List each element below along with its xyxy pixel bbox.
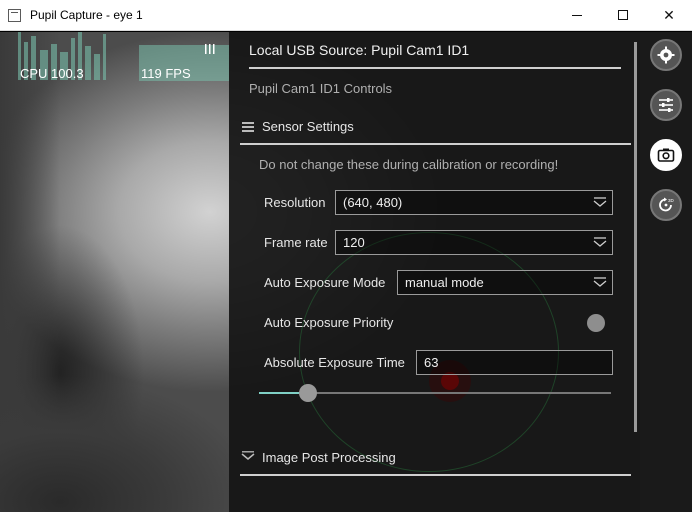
auto-exposure-mode-select[interactable]: manual mode (397, 270, 613, 295)
chevron-down-icon (593, 277, 607, 287)
auto-exposure-mode-value: manual mode (405, 275, 484, 290)
auto-exposure-mode-label: Auto Exposure Mode (264, 275, 386, 290)
minimize-button[interactable] (554, 0, 600, 31)
abs-exposure-value: 63 (424, 355, 439, 370)
framerate-select[interactable]: 120 (335, 230, 613, 255)
collapse-chevron-icon[interactable] (241, 451, 255, 463)
image-post-processing-header[interactable]: Image Post Processing (262, 450, 396, 465)
minimize-icon (572, 15, 582, 16)
close-button[interactable]: ✕ (646, 0, 692, 31)
menu-icon-bar: 3D (640, 32, 692, 512)
camera-icon (657, 148, 675, 162)
source-title: Local USB Source: Pupil Cam1 ID1 (249, 42, 470, 58)
gear-icon (657, 46, 675, 64)
plugin-manager-button[interactable] (650, 89, 682, 121)
settings-panel: Local USB Source: Pupil Cam1 ID1 Pupil C… (229, 32, 640, 512)
maximize-icon (618, 10, 628, 20)
framerate-value: 120 (343, 235, 365, 250)
resolution-select[interactable]: (640, 480) (335, 190, 613, 215)
close-icon: ✕ (663, 7, 675, 23)
camera-shadow-bottom (0, 362, 240, 512)
source-divider (249, 67, 621, 69)
3d-eye-icon: 3D (659, 197, 675, 212)
app-window-icon (8, 9, 21, 22)
calibration-warning: Do not change these during calibration o… (259, 157, 559, 172)
sliders-icon (659, 98, 673, 112)
svg-text:3D: 3D (668, 198, 675, 203)
window-title: Pupil Capture - eye 1 (30, 8, 143, 22)
sensor-divider (240, 143, 631, 145)
abs-exposure-slider-handle[interactable] (299, 384, 318, 402)
sensor-settings-header[interactable]: Sensor Settings (262, 119, 354, 134)
framerate-label: Frame rate (264, 235, 328, 250)
video-source-button[interactable] (650, 139, 682, 171)
resolution-value: (640, 480) (343, 195, 403, 210)
cpu-label: CPU 100.3 (20, 66, 84, 81)
resolution-label: Resolution (264, 195, 326, 210)
general-settings-button[interactable] (650, 39, 682, 71)
fps-graph-lines (205, 44, 215, 54)
controls-title: Pupil Cam1 ID1 Controls (249, 81, 393, 96)
fps-label: 119 FPS (141, 66, 191, 81)
panel-scrollbar[interactable] (634, 42, 637, 432)
chevron-down-icon (593, 197, 607, 207)
abs-exposure-input[interactable]: 63 (416, 350, 613, 375)
eye-model-3d-button[interactable]: 3D (650, 189, 682, 221)
abs-exposure-label: Absolute Exposure Time (264, 355, 405, 370)
auto-exposure-priority-toggle[interactable] (587, 314, 605, 332)
abs-exposure-slider-fill (259, 392, 300, 394)
maximize-button[interactable] (600, 0, 646, 31)
auto-exposure-priority-label: Auto Exposure Priority (264, 315, 394, 330)
image-post-divider (240, 474, 631, 476)
chevron-down-icon (593, 237, 607, 247)
title-bar: Pupil Capture - eye 1 ✕ (0, 0, 692, 31)
menu-icon[interactable] (242, 122, 254, 132)
